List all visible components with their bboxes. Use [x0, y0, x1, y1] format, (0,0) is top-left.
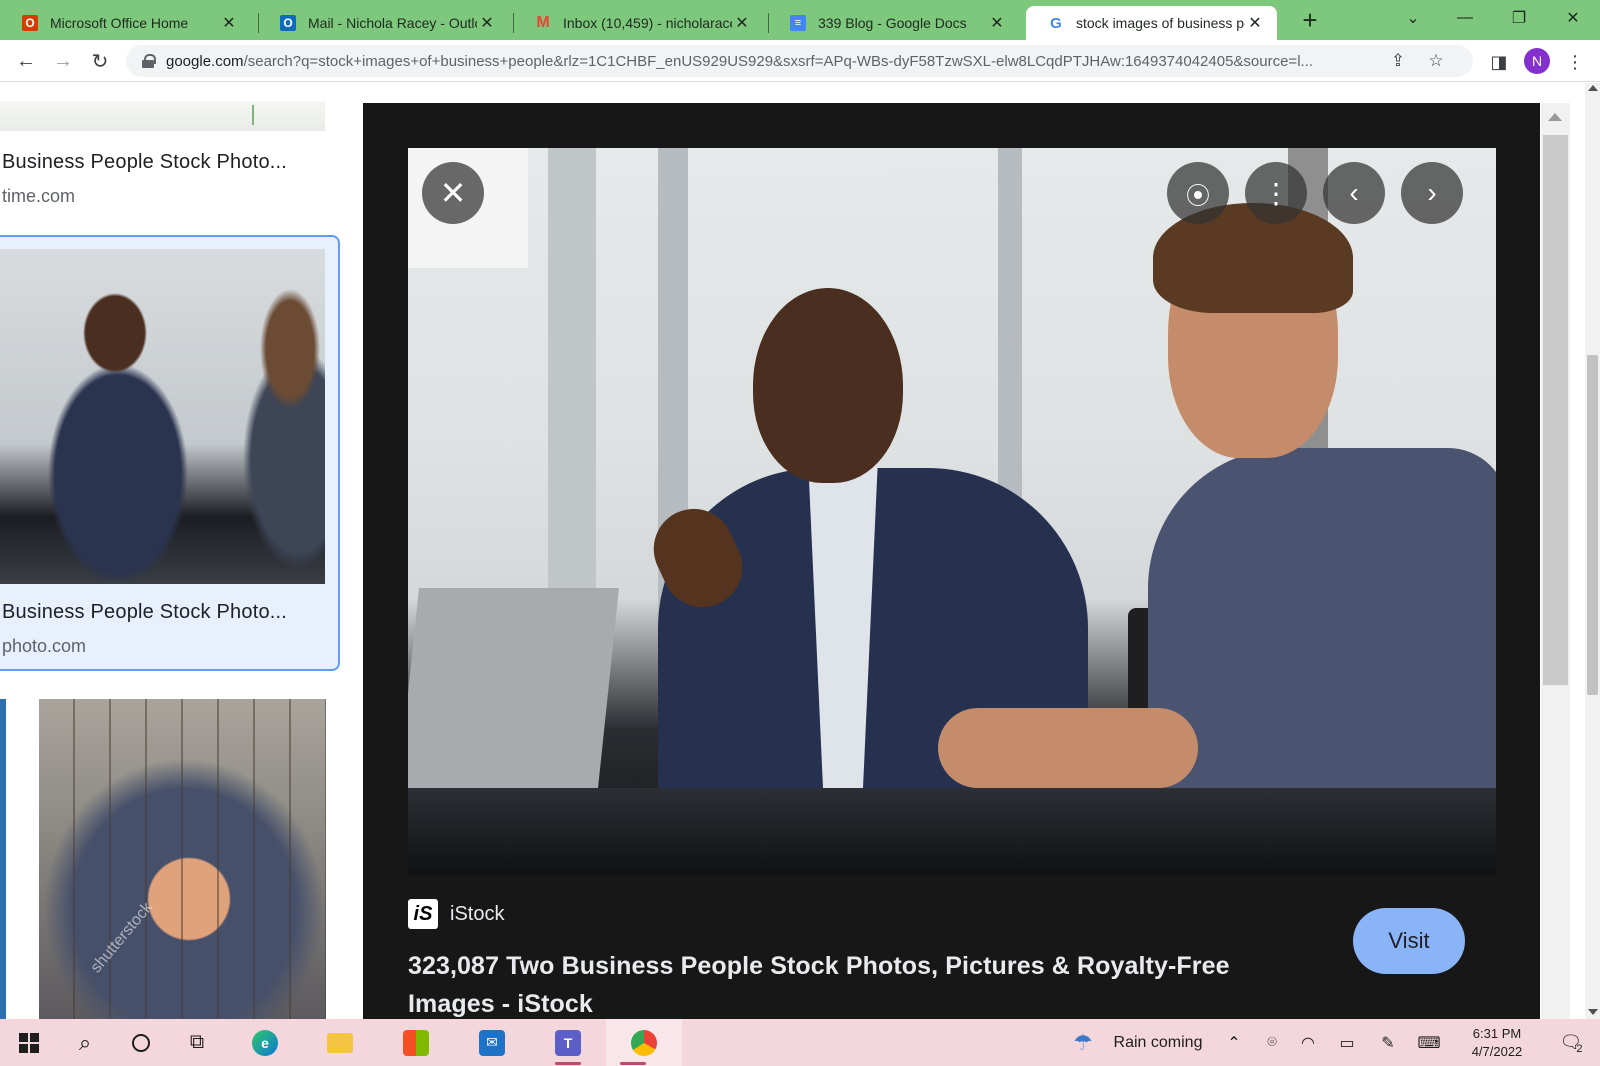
outlook-icon: O [280, 15, 296, 31]
source-name[interactable]: iStock [450, 903, 504, 926]
menu-dots-icon[interactable]: ⋮ [1562, 49, 1588, 75]
new-tab-button[interactable]: + [1296, 5, 1324, 35]
pen-icon[interactable]: ✎ [1376, 1019, 1400, 1066]
close-icon[interactable]: ✕ [987, 13, 1007, 33]
istock-logo-icon: iS [408, 899, 438, 929]
tab-label: stock images of business people [1076, 15, 1245, 31]
notifications-icon[interactable]: 🗨 2 [1554, 1019, 1588, 1066]
visit-button[interactable]: Visit [1353, 908, 1465, 974]
windows-taskbar: ⌕ ⧉ e ✉ T ☂ Rain coming ⌃ ⌾ ◠ ▭ ✎ ⌨ 6:31… [0, 1019, 1600, 1066]
close-icon[interactable]: ✕ [1245, 13, 1265, 33]
window-close-icon[interactable]: ✕ [1546, 0, 1600, 36]
tab-outlook[interactable]: O Mail - Nichola Racey - Outlook ✕ [258, 6, 509, 40]
next-arrow-icon[interactable]: › [1401, 162, 1463, 224]
mail-icon[interactable]: ✉ [465, 1019, 519, 1066]
task-view-icon[interactable]: ⧉ [170, 1019, 224, 1066]
tab-search-chevron-icon[interactable]: ⌄ [1386, 0, 1440, 36]
battery-icon[interactable]: ▭ [1334, 1019, 1360, 1066]
profile-avatar[interactable]: N [1524, 48, 1550, 74]
weather-text[interactable]: Rain coming [1110, 1019, 1206, 1066]
tab-docs[interactable]: ≡ 339 Blog - Google Docs ✕ [768, 6, 1019, 40]
page-content: Business People Stock Photo... time.com … [0, 83, 1585, 1019]
umbrella-weather-icon[interactable]: ☂ [1073, 1019, 1093, 1066]
tab-label: 339 Blog - Google Docs [818, 15, 967, 31]
reload-icon[interactable]: ↻ [84, 45, 116, 77]
bookmark-star-icon[interactable]: ☆ [1422, 50, 1450, 72]
url-host: google.com [166, 52, 244, 70]
close-preview-icon[interactable]: ✕ [422, 162, 484, 224]
store-icon[interactable] [389, 1019, 443, 1066]
search-icon[interactable]: ⌕ [58, 1019, 112, 1066]
previous-arrow-icon[interactable]: ‹ [1323, 162, 1385, 224]
notification-count: 2 [1576, 1042, 1583, 1055]
system-clock[interactable]: 6:31 PM 4/7/2022 [1452, 1025, 1542, 1061]
image-preview-panel: ✕ ⦿ ⋮ ‹ › iS iStock 323,087 Two Business… [363, 103, 1540, 1019]
google-icon: G [1050, 14, 1062, 32]
tab-office[interactable]: O Microsoft Office Home ✕ [0, 6, 251, 40]
page-scrollbar[interactable] [1585, 83, 1600, 1019]
share-icon[interactable]: ⇪ [1384, 50, 1412, 72]
wifi-icon[interactable]: ◠ [1296, 1019, 1320, 1066]
minimize-icon[interactable]: — [1438, 0, 1492, 36]
forward-arrow-icon[interactable]: → [47, 45, 79, 77]
result-site: time.com [2, 186, 76, 206]
tab-label: Inbox (10,459) - nicholaracey [563, 15, 732, 31]
close-icon[interactable]: ✕ [477, 13, 497, 33]
restore-icon[interactable]: ❐ [1492, 0, 1546, 36]
url-text: google.com/search?q=stock+images+of+busi… [166, 53, 1386, 70]
windows-logo-icon [19, 1032, 39, 1053]
file-explorer-icon[interactable] [313, 1019, 367, 1066]
start-button[interactable] [2, 1019, 56, 1066]
image-title[interactable]: 323,087 Two Business People Stock Photos… [408, 947, 1268, 1019]
tab-label: Mail - Nichola Racey - Outlook [308, 15, 477, 31]
docs-icon: ≡ [790, 15, 806, 31]
watermark-text: shutterstock [87, 899, 156, 977]
scroll-up-icon[interactable] [1588, 85, 1598, 91]
preview-scrollbar[interactable] [1541, 103, 1570, 1019]
tray-chevron-up-icon[interactable]: ⌃ [1222, 1019, 1246, 1066]
tab-google-search[interactable]: G stock images of business people ✕ [1026, 6, 1277, 40]
side-panel-icon[interactable]: ◨ [1486, 49, 1512, 75]
teams-icon[interactable]: T [541, 1019, 595, 1066]
back-arrow-icon[interactable]: ← [10, 45, 42, 77]
edge-icon[interactable]: e [238, 1019, 292, 1066]
office-icon: O [22, 15, 38, 31]
address-bar[interactable]: google.com/search?q=stock+images+of+busi… [126, 45, 1473, 77]
lens-icon[interactable]: ⦿ [1167, 162, 1229, 224]
chrome-icon[interactable] [606, 1019, 682, 1066]
scroll-up-icon[interactable] [1548, 113, 1562, 121]
close-icon[interactable]: ✕ [219, 13, 239, 33]
scroll-thumb[interactable] [1587, 355, 1598, 695]
cortana-icon[interactable] [114, 1019, 168, 1066]
tab-gmail[interactable]: M Inbox (10,459) - nicholaracey ✕ [513, 6, 764, 40]
source-row[interactable]: iS iStock [408, 899, 504, 929]
scroll-down-icon[interactable] [1588, 1009, 1598, 1015]
meet-now-icon[interactable]: ⌾ [1260, 1019, 1284, 1066]
url-path: /search?q=stock+images+of+business+peopl… [243, 52, 1314, 70]
result-thumbnail-selected[interactable] [0, 249, 325, 584]
lock-icon[interactable] [142, 54, 156, 68]
more-options-icon[interactable]: ⋮ [1245, 162, 1307, 224]
preview-image[interactable] [408, 148, 1496, 875]
result-thumbnail-group[interactable]: shutterstock [39, 699, 326, 1019]
result-thumbnail-edge[interactable] [0, 699, 6, 1019]
touch-keyboard-icon[interactable]: ⌨ [1414, 1019, 1444, 1066]
clock-time: 6:31 PM [1472, 1026, 1522, 1041]
result-title[interactable]: Business People Stock Photo... [2, 151, 287, 174]
tab-strip: O Microsoft Office Home ✕ O Mail - Nicho… [0, 0, 1600, 40]
image-results-grid: Business People Stock Photo... time.com … [0, 83, 360, 1019]
close-icon[interactable]: ✕ [732, 13, 752, 33]
result-site: photo.com [2, 636, 87, 656]
browser-toolbar: ← → ↻ google.com/search?q=stock+images+o… [0, 40, 1600, 82]
clock-date: 4/7/2022 [1471, 1044, 1523, 1059]
gmail-icon: M [536, 14, 550, 31]
tab-label: Microsoft Office Home [50, 15, 189, 31]
result-thumbnail-top[interactable] [0, 101, 325, 131]
scroll-thumb[interactable] [1543, 135, 1568, 685]
result-title[interactable]: Business People Stock Photo... [2, 601, 287, 624]
